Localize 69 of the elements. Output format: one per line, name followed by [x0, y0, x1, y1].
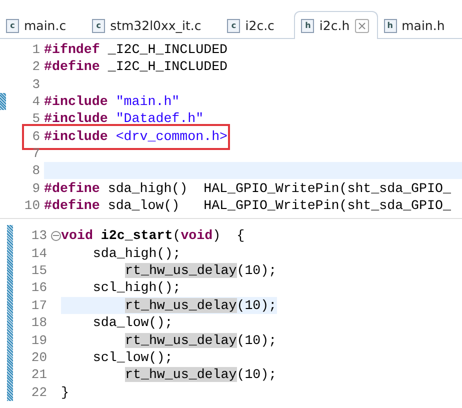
line-number: 21: [30, 367, 48, 382]
code-text: sda_high() HAL_GPIO_WritePin(sht_sda_GPIO_: [106, 180, 451, 196]
code-text: (10);: [236, 262, 277, 278]
editor-tab[interactable]: c main.c: [0, 13, 86, 38]
line-number: 13: [30, 228, 48, 244]
code-text: sda_high();: [92, 246, 181, 261]
string-literal: "Datadef.h": [114, 111, 204, 126]
editor-tab[interactable]: h main.h: [378, 13, 462, 38]
tab-label: stm32l0xx_it.c: [110, 18, 202, 33]
highlighted-occurrence: rt_hw_us_delay: [125, 367, 237, 382]
code-text: i2c_start: [100, 228, 173, 244]
file-icon: h: [301, 18, 314, 32]
string-literal: <drv_common.h>: [114, 128, 228, 144]
tab-label: main.c: [24, 18, 66, 33]
highlighted-occurrence: rt_hw_us_delay: [125, 298, 237, 313]
collapse-icon[interactable]: [51, 230, 61, 241]
line-number: 1: [31, 42, 41, 58]
line-number: 5: [31, 111, 41, 126]
code-text: (: [172, 228, 181, 244]
keyword: void: [180, 228, 213, 244]
tab-label: main.h: [402, 18, 445, 33]
line-number: 18: [30, 315, 48, 330]
keyword: #define: [44, 198, 100, 213]
highlighted-occurrence: rt_hw_us_delay: [125, 332, 237, 348]
file-icon: c: [92, 18, 106, 32]
editor-tab[interactable]: c stm32l0xx_it.c: [86, 13, 222, 38]
line-number: 20: [30, 350, 48, 365]
code-text: sda_low() HAL_GPIO_WritePin(sht_sda_GPIO_: [106, 198, 451, 213]
code-text: sda_low();: [92, 315, 173, 330]
code-text: scl_low();: [92, 350, 173, 365]
code-text: _I2C_H_INCLUDED: [106, 59, 228, 74]
tab-label: i2c.h: [319, 18, 350, 33]
line-number: 17: [30, 298, 48, 313]
line-number: 2: [31, 59, 41, 74]
highlighted-occurrence: rt_hw_us_delay: [125, 262, 237, 278]
string-literal: "main.h": [114, 94, 180, 110]
editor-tab[interactable]: c i2c.c: [221, 13, 294, 38]
tab-label: i2c.c: [245, 18, 274, 33]
line-number: 10: [23, 198, 41, 213]
file-icon: c: [6, 18, 19, 32]
line-number: 7: [31, 146, 41, 161]
file-icon: h: [384, 18, 397, 32]
file-icon: c: [227, 18, 240, 32]
code-text: (10);: [236, 332, 277, 348]
code-text: ) {: [212, 228, 245, 244]
line-number: 3: [31, 76, 41, 92]
line-number: 4: [31, 94, 41, 110]
keyword: #define: [44, 59, 100, 74]
keyword: #define: [44, 180, 100, 196]
line-number: 14: [30, 246, 48, 261]
line-number: 15: [30, 262, 48, 278]
line-number: 6: [31, 128, 41, 144]
keyword: #include: [44, 94, 108, 110]
line-number: 9: [31, 180, 41, 196]
code-text: _I2C_H_INCLUDED: [106, 42, 228, 58]
code-text: scl_high();: [92, 280, 181, 296]
close-icon[interactable]: [354, 18, 369, 32]
line-number: 16: [30, 280, 48, 296]
keyword: void: [61, 228, 93, 244]
keyword: #include: [44, 128, 108, 144]
code-text: }: [61, 384, 69, 400]
keyword: #include: [44, 111, 108, 126]
line-number: 19: [30, 332, 48, 348]
code-text: (10);: [236, 367, 277, 382]
code-text: (10);: [236, 298, 277, 313]
keyword: #ifndef: [44, 42, 100, 58]
line-number: 8: [31, 163, 41, 178]
editor-tab[interactable]: h i2c.h: [294, 11, 378, 39]
line-number: 22: [30, 384, 48, 400]
